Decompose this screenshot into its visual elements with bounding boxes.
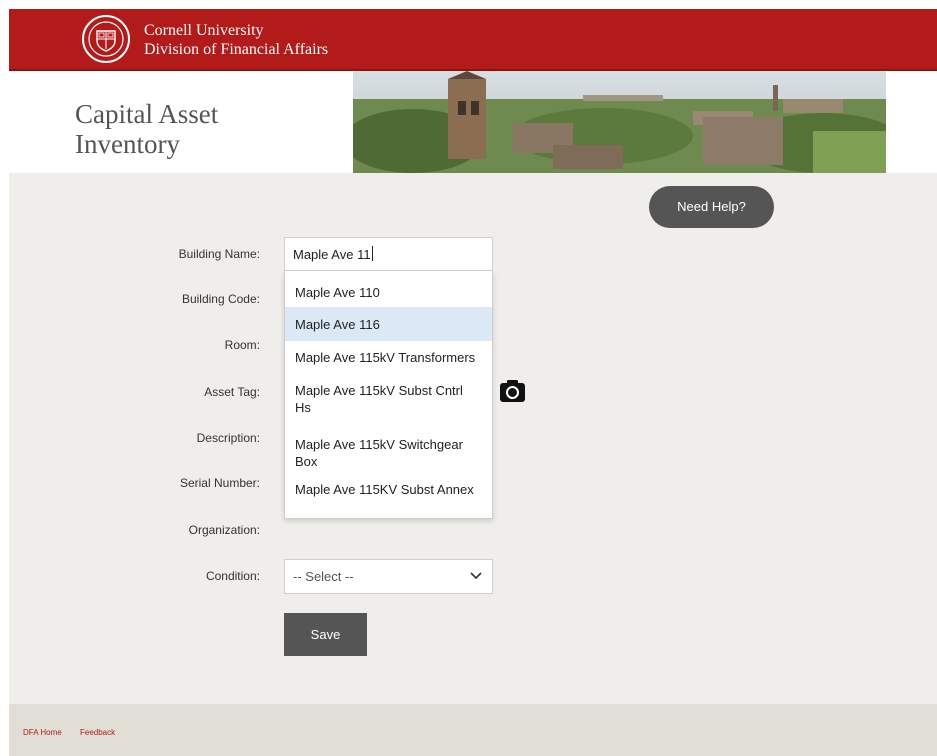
- page-title: Capital Asset Inventory: [75, 99, 285, 159]
- option-text: Maple Ave 115KV Subst Annex: [295, 482, 474, 497]
- option-text-wrap: Box: [295, 454, 318, 469]
- building-name-input[interactable]: Maple Ave 11: [284, 237, 493, 271]
- option-text: Maple Ave 115kV Subst Cntrl: [295, 383, 463, 398]
- option-text: Maple Ave 110: [295, 285, 380, 300]
- camera-icon[interactable]: [500, 380, 525, 402]
- site-header: Cornell University Division of Financial…: [9, 9, 937, 71]
- asset-tag-label: Asset Tag:: [204, 385, 260, 399]
- footer-link-dfa-home[interactable]: DFA Home: [23, 728, 62, 737]
- division-name-line: Division of Financial Affairs: [144, 41, 329, 58]
- autocomplete-option[interactable]: Maple Ave 115KV Subst Annex: [285, 477, 492, 513]
- description-label: Description:: [196, 431, 260, 445]
- building-code-label: Building Code:: [181, 292, 260, 306]
- university-name-line: Cornell University: [144, 22, 264, 39]
- text-cursor: [371, 246, 373, 261]
- page-title-line-1: Capital Asset: [75, 99, 219, 129]
- site-footer: DFA Home Feedback: [9, 704, 937, 756]
- autocomplete-option-highlighted[interactable]: Maple Ave 116: [285, 307, 492, 341]
- autocomplete-option[interactable]: Maple Ave 115kV Subst Cntrl Hs: [285, 374, 492, 426]
- organization-label: Organization:: [188, 523, 260, 537]
- save-button[interactable]: Save: [284, 613, 367, 656]
- cornell-seal-logo[interactable]: [81, 14, 131, 64]
- serial-number-label: Serial Number:: [179, 476, 260, 490]
- building-name-label: Building Name:: [178, 247, 260, 261]
- autocomplete-option[interactable]: Maple Ave 115kV Transformers: [285, 341, 492, 374]
- option-text: Maple Ave 115kV Transformers: [295, 350, 476, 365]
- footer-link-feedback[interactable]: Feedback: [80, 728, 115, 737]
- university-name[interactable]: Cornell University Division of Financial…: [144, 21, 328, 59]
- building-autocomplete-list: Maple Ave 110 Maple Ave 116 Maple Ave 11…: [284, 271, 493, 519]
- room-label: Room:: [224, 338, 260, 352]
- option-text-wrap: Hs: [295, 400, 311, 415]
- building-name-value: Maple Ave 11: [293, 247, 371, 262]
- condition-selected-value: -- Select --: [293, 569, 354, 584]
- option-text: Maple Ave 116: [295, 317, 380, 332]
- condition-select[interactable]: -- Select --: [284, 559, 493, 594]
- condition-label: Condition:: [205, 569, 260, 583]
- main-content: Need Help? Building Name: Building Code:…: [9, 173, 937, 704]
- option-text: Maple Ave 115kV Switchgear: [295, 437, 463, 452]
- autocomplete-option[interactable]: Maple Ave 115kV Switchgear Box: [285, 426, 492, 477]
- page-title-line-2: Inventory: [75, 129, 180, 159]
- autocomplete-option[interactable]: Maple Ave 110: [285, 271, 492, 307]
- banner: Capital Asset Inventory: [9, 71, 937, 173]
- need-help-button[interactable]: Need Help?: [649, 186, 774, 228]
- chevron-down-icon: [470, 572, 482, 580]
- campus-photo: [353, 71, 886, 173]
